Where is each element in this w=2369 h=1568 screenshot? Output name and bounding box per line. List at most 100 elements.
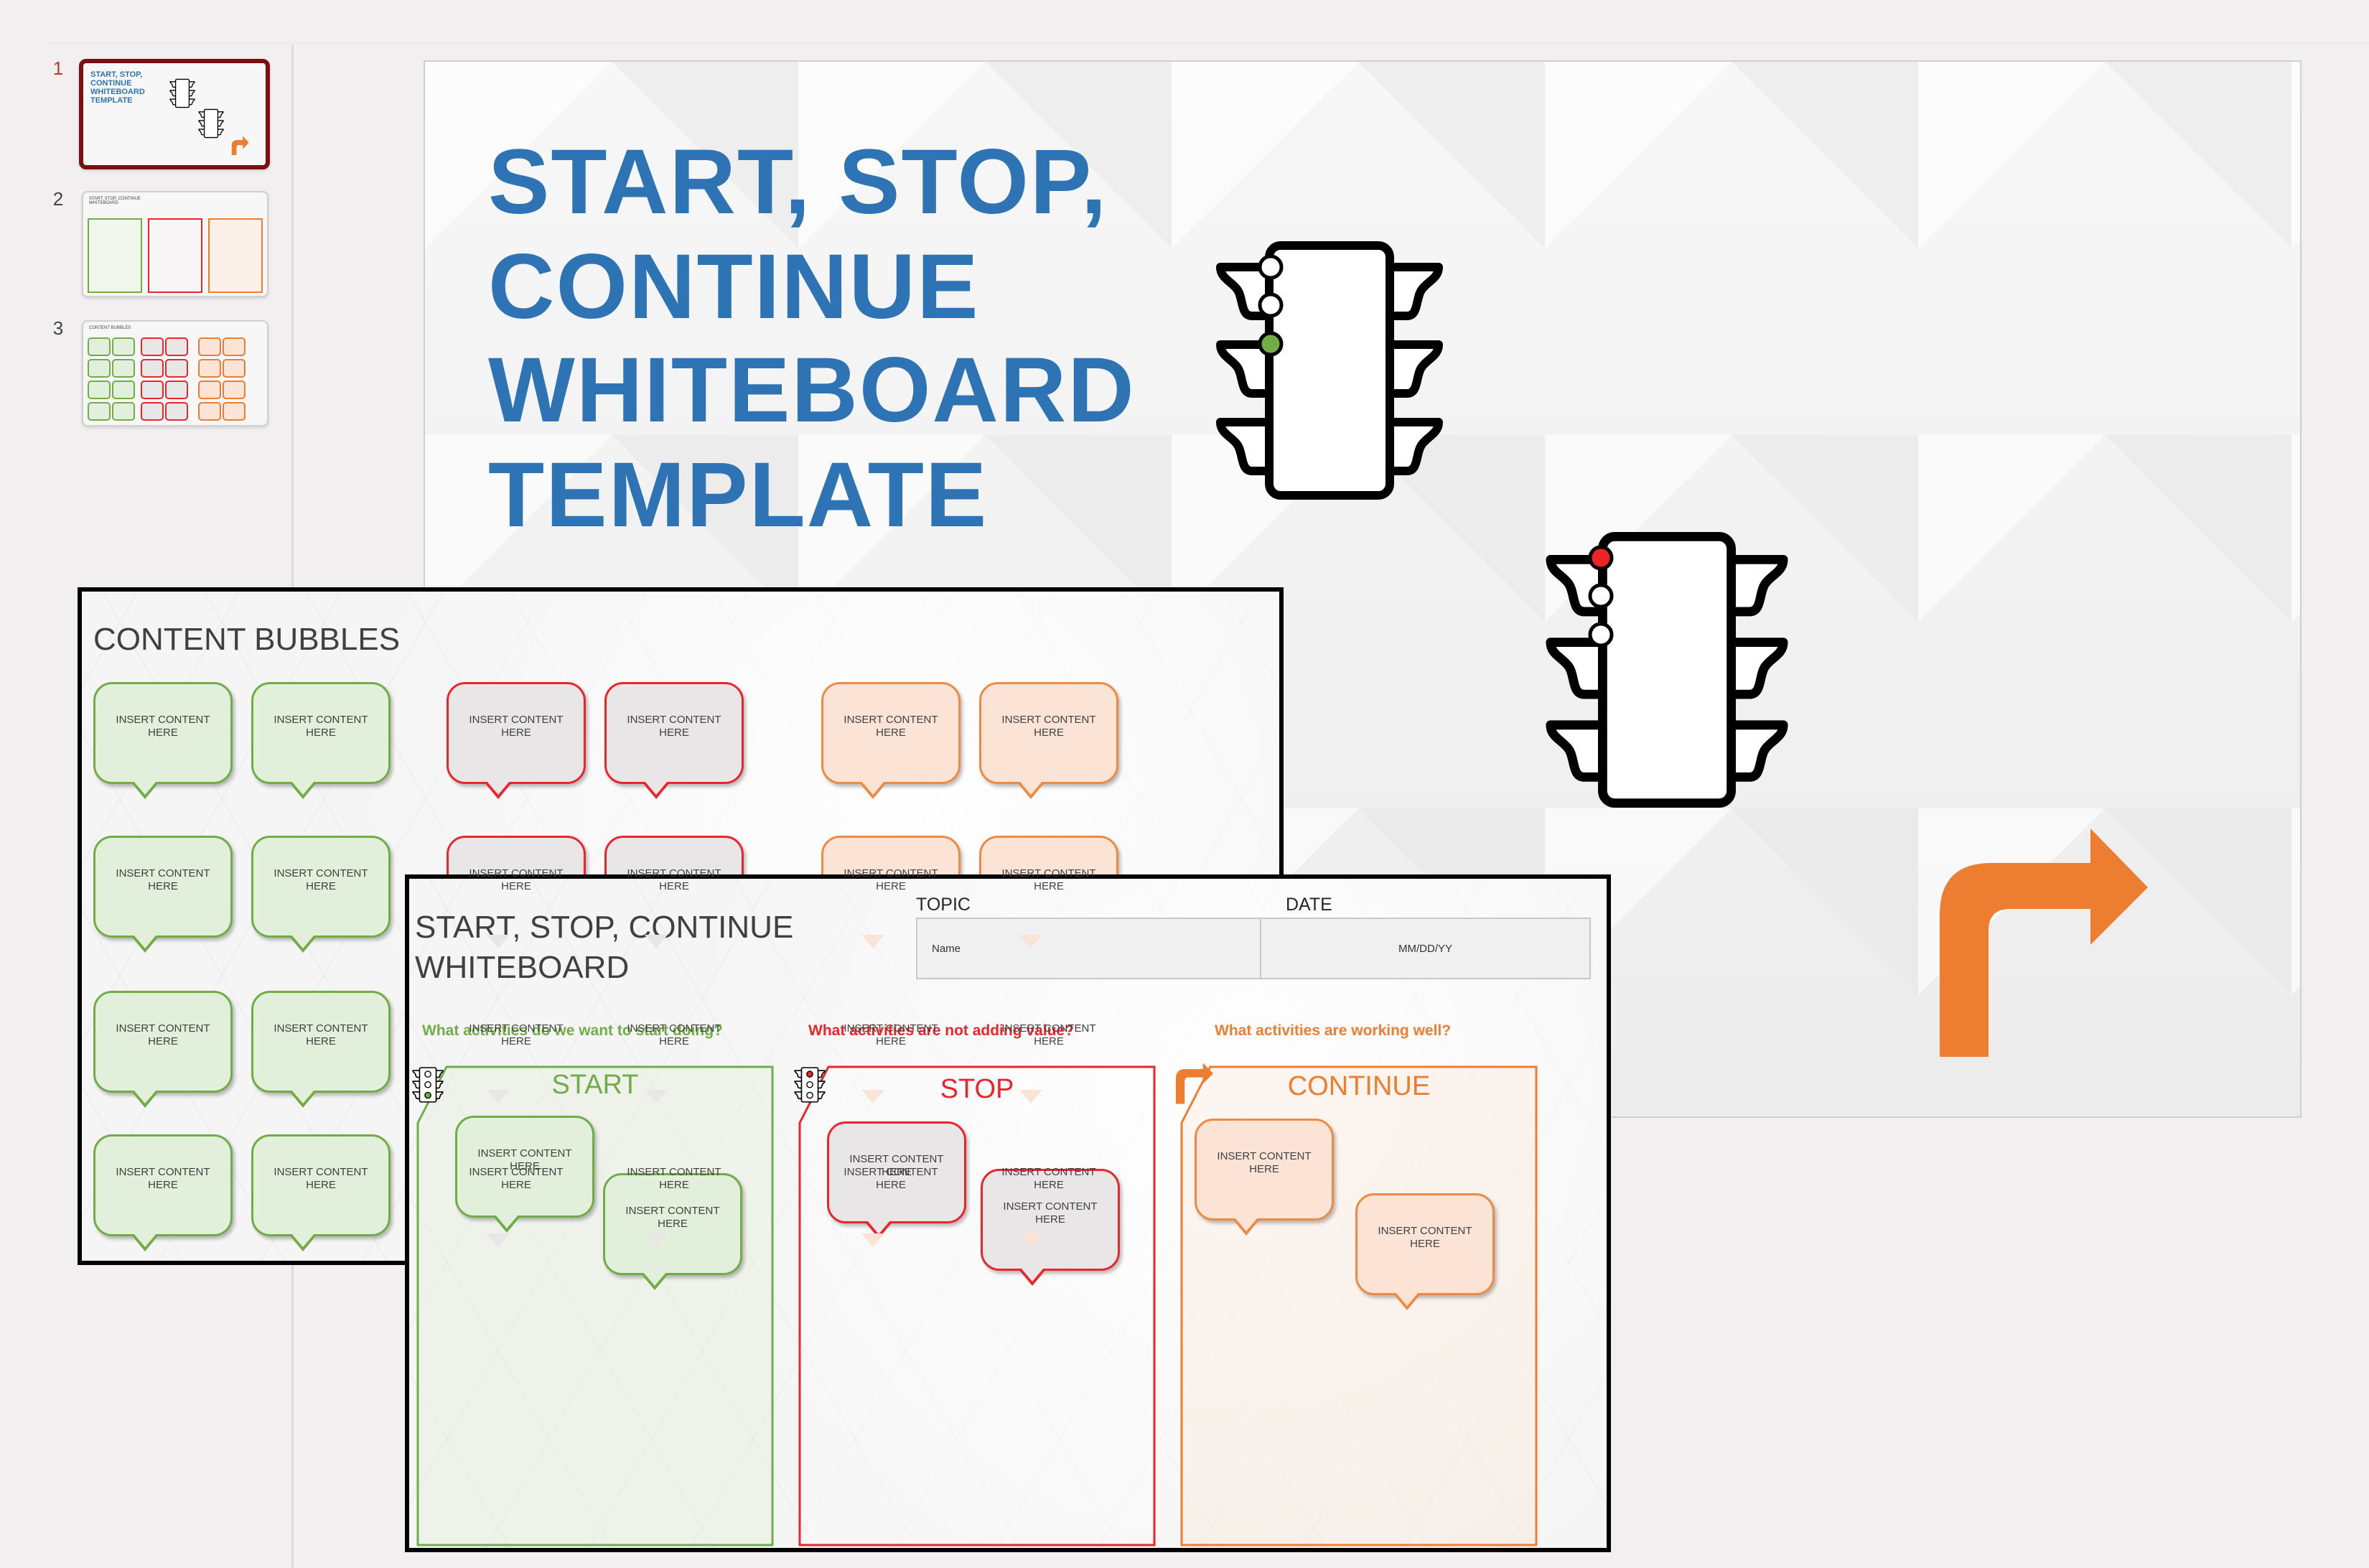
bubble-text: INSERT CONTENT HERE [469, 714, 564, 739]
mini-bubble [165, 381, 188, 399]
bubble-text: INSERT CONTENT HERE [627, 1022, 721, 1047]
content-bubbles-heading: CONTENT BUBBLES [93, 622, 401, 657]
column-title: STOP [940, 1074, 1014, 1104]
bubble-text: INSERT CONTENT HERE [1001, 714, 1096, 739]
traffic-light-red-icon [794, 1067, 826, 1103]
slide-thumbnail-1[interactable]: START, STOP, CONTINUE WHITEBOARD TEMPLAT… [79, 59, 270, 169]
mini-bubble [88, 402, 111, 421]
thumbnail-number: 2 [52, 188, 64, 210]
bubble-text: INSERT CONTENT HERE [274, 867, 368, 892]
bubble-text: INSERT CONTENT HERE [1217, 1150, 1312, 1175]
bubble-text: INSERT CONTENT HERE [1001, 867, 1096, 892]
thumbnail-number: 1 [52, 57, 64, 79]
mini-bubble [141, 337, 164, 356]
slide-thumbnail-2[interactable]: START, STOP, CONTINUE WHITEBOARD [82, 191, 268, 297]
title-line-1[interactable]: START, STOP, [488, 136, 1108, 228]
bubble-text: INSERT CONTENT HERE [1378, 1225, 1472, 1250]
content-bubble-green[interactable]: INSERT CONTENT HERE [93, 836, 233, 953]
content-bubble-red[interactable]: INSERT CONTENT HERE [447, 682, 586, 799]
bubble-text: INSERT CONTENT HERE [274, 1022, 368, 1047]
topic-label: TOPIC [916, 895, 971, 915]
mini-bubble [223, 381, 246, 399]
bubble-text: INSERT CONTENT HERE [116, 1022, 210, 1047]
mini-bubble [198, 402, 221, 421]
content-bubble-green[interactable]: INSERT CONTENT HERE [93, 682, 233, 799]
bubble-text: INSERT CONTENT HERE [844, 1022, 938, 1047]
bubble-text: INSERT CONTENT HERE [1003, 1200, 1098, 1226]
bubble-text: INSERT CONTENT HERE [627, 714, 721, 739]
mini-bubble [88, 381, 111, 399]
bubble-text: INSERT CONTENT HERE [469, 1022, 564, 1047]
mini-bubble [141, 381, 164, 399]
column-title: CONTINUE [1287, 1071, 1431, 1101]
mini-bubble [165, 359, 188, 378]
bubble-text: INSERT CONTENT HERE [116, 714, 210, 739]
turn-right-arrow-icon [231, 136, 249, 155]
date-field[interactable]: MM/DD/YY [1261, 919, 1589, 978]
heading-line-2: WHITEBOARD [415, 950, 630, 985]
content-bubble-green[interactable]: INSERT CONTENT HERE [251, 991, 391, 1108]
thumbnail-title: START, STOP, CONTINUE WHITEBOARD TEMPLAT… [90, 70, 145, 105]
mini-bubble [141, 402, 164, 421]
mini-bubble [141, 359, 164, 378]
traffic-light-red-icon[interactable] [1543, 532, 1790, 808]
column-question: What activities are working well? [1215, 1022, 1452, 1039]
thumbnail-title: START, STOP, CONTINUE WHITEBOARD [89, 197, 141, 205]
title-line-4[interactable]: TEMPLATE [488, 449, 988, 541]
mini-bubble [112, 381, 135, 399]
content-bubble-green[interactable]: INSERT CONTENT HERE [251, 836, 391, 953]
bubble-text: INSERT CONTENT HERE [844, 714, 938, 739]
bubble-text: INSERT CONTENT HERE [627, 1166, 721, 1191]
bubble-text: INSERT CONTENT HERE [1001, 1166, 1096, 1191]
content-bubble-green[interactable]: INSERT CONTENT HERE [93, 991, 233, 1108]
mini-bubble [112, 337, 135, 356]
bubble-text: INSERT CONTENT HERE [274, 1166, 368, 1191]
traffic-light-green-icon[interactable] [1213, 241, 1446, 500]
mini-bubble [88, 337, 111, 356]
traffic-light-green-icon [169, 78, 195, 109]
mini-bubble [165, 337, 188, 356]
bubble-text: INSERT CONTENT HERE [116, 1166, 210, 1191]
mini-bubble [112, 402, 135, 421]
column-continue[interactable]: CONTINUE INSERT CONTENT HERE INSERT CONTEN… [1180, 1065, 1538, 1546]
content-bubble[interactable]: INSERT CONTENT HERE [1195, 1119, 1334, 1236]
content-bubble[interactable]: INSERT CONTENT HERE [1355, 1193, 1495, 1310]
content-bubble-green[interactable]: INSERT CONTENT HERE [251, 1134, 391, 1251]
bubble-text: INSERT CONTENT HERE [274, 714, 368, 739]
mini-bubble [198, 381, 221, 399]
content-bubble[interactable]: INSERT CONTENT HERE [455, 1116, 594, 1233]
date-label: DATE [1286, 895, 1332, 915]
content-bubble-green[interactable]: INSERT CONTENT HERE [251, 682, 391, 799]
thumbnail-number: 3 [52, 317, 64, 339]
column-stop[interactable]: STOP INSERT CONTENT HERE INSERT CONTENT HE… [798, 1065, 1156, 1546]
slide-thumbnail-3[interactable]: CONTENT BUBBLES [82, 320, 268, 426]
content-bubble-green[interactable]: INSERT CONTENT HERE [93, 1134, 233, 1251]
content-bubble-orange[interactable]: INSERT CONTENT HERE [979, 682, 1118, 799]
bubble-text: INSERT CONTENT HERE [116, 867, 210, 892]
mini-bubble [88, 359, 111, 378]
bubble-text: INSERT CONTENT HERE [849, 1153, 944, 1178]
mini-bubble [223, 402, 246, 421]
bubble-text: INSERT CONTENT HERE [627, 867, 721, 892]
bubble-text: INSERT CONTENT HERE [844, 867, 938, 892]
topic-field[interactable]: Name [917, 919, 1261, 978]
column-title: START [551, 1070, 639, 1100]
column-start[interactable]: START INSERT CONTENT HERE INSERT CONTENT H… [416, 1065, 774, 1546]
title-line-3[interactable]: WHITEBOARD [488, 345, 1136, 437]
mini-bubble [223, 337, 246, 356]
turn-right-arrow-icon[interactable] [1940, 829, 2148, 1057]
content-bubble[interactable]: INSERT CONTENT HERE [827, 1121, 966, 1238]
content-bubble-red[interactable]: INSERT CONTENT HERE [604, 682, 744, 799]
traffic-light-green-icon [412, 1067, 444, 1103]
bubble-text: INSERT CONTENT HERE [1001, 1022, 1096, 1047]
mini-bubble [198, 337, 221, 356]
whiteboard-slide[interactable]: START, STOP, CONTINUE WHITEBOARD TOPIC D… [405, 874, 1611, 1552]
ribbon-divider [43, 43, 2369, 44]
bubble-text: INSERT CONTENT HERE [625, 1205, 720, 1230]
title-line-2[interactable]: CONTINUE [488, 241, 979, 333]
mini-bubble [112, 359, 135, 378]
content-bubble-orange[interactable]: INSERT CONTENT HERE [821, 682, 961, 799]
mini-bubble [223, 359, 246, 378]
bubble-text: INSERT CONTENT HERE [477, 1147, 572, 1172]
topic-date-table: Name MM/DD/YY [916, 918, 1591, 979]
